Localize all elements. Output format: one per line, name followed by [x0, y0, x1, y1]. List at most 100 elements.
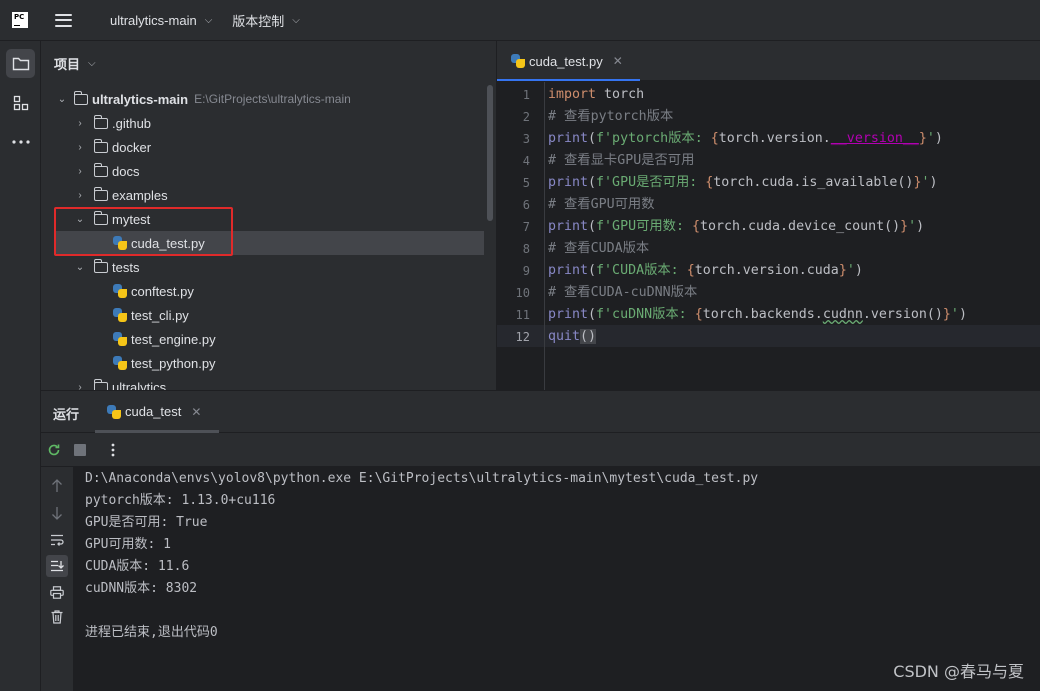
more-options-button[interactable]: [104, 441, 122, 459]
close-icon[interactable]: ✕: [613, 54, 623, 68]
code-line[interactable]: print(f'pytorch版本: {torch.version.__vers…: [548, 128, 943, 150]
expand-arrow-icon[interactable]: ⌄: [74, 262, 86, 273]
chevron-down-icon: ⌵: [292, 14, 300, 26]
code-line[interactable]: print(f'GPU是否可用: {torch.cuda.is_availabl…: [548, 172, 937, 194]
python-file-icon: [113, 308, 127, 322]
scroll-to-end-button[interactable]: [46, 555, 68, 577]
project-tool-button[interactable]: [6, 49, 35, 78]
arrow-up-icon: [52, 479, 62, 492]
line-number: 8: [522, 242, 530, 256]
scroll-up-button[interactable]: [46, 475, 68, 497]
arrow-down-icon: [52, 507, 62, 520]
code-line[interactable]: # 查看pytorch版本: [548, 106, 673, 128]
tree-item-label: examples: [112, 187, 168, 203]
run-tab-cuda-test[interactable]: cuda_test ✕: [107, 404, 201, 419]
code-line[interactable]: # 查看GPU可用数: [548, 194, 655, 216]
soft-wrap-icon: [51, 534, 64, 546]
tree-item-docker[interactable]: › docker: [41, 135, 496, 159]
project-panel-title: 项目: [54, 57, 81, 72]
stop-icon: [74, 444, 86, 456]
collapsed-arrow-icon[interactable]: ›: [74, 166, 86, 177]
vcs-menu[interactable]: 版本控制 ⌵: [232, 11, 300, 30]
tree-item-ultralytics[interactable]: › ultralytics: [41, 375, 496, 391]
collapsed-arrow-icon[interactable]: ›: [74, 190, 86, 201]
tree-item-label: test_python.py: [131, 355, 216, 371]
close-icon[interactable]: ✕: [191, 405, 201, 419]
scroll-down-button[interactable]: [46, 502, 68, 524]
run-tab-label: cuda_test: [125, 404, 182, 419]
code-line[interactable]: # 查看显卡GPU是否可用: [548, 150, 694, 172]
tree-item-test-engine[interactable]: test_engine.py: [41, 327, 496, 351]
code-line-current[interactable]: quit(): [548, 326, 597, 348]
rerun-button[interactable]: [45, 441, 63, 459]
line-number-current: 12: [515, 330, 530, 344]
tree-item-tests[interactable]: ⌄ tests: [41, 255, 496, 279]
line-number-gutter: 1 2 3 4 5 6 7 8 9 10 11 12: [497, 82, 545, 390]
more-tools-button[interactable]: [6, 127, 35, 156]
line-number: 2: [522, 110, 530, 124]
project-scrollbar[interactable]: [487, 85, 493, 221]
vcs-label: 版本控制: [232, 13, 285, 29]
tree-item-github[interactable]: › .github: [41, 111, 496, 135]
console-side-toolbar: [41, 467, 74, 691]
more-icon: [11, 139, 30, 144]
folder-icon: [93, 162, 108, 177]
line-number: 11: [515, 308, 530, 322]
editor-tab-bar: cuda_test.py ✕: [497, 41, 1040, 81]
editor-tab-cuda-test[interactable]: cuda_test.py ✕: [497, 41, 640, 81]
run-toolbar: [41, 433, 1040, 467]
collapsed-arrow-icon[interactable]: ›: [74, 142, 86, 153]
code-line[interactable]: print(f'CUDA版本: {torch.version.cuda}'): [548, 260, 863, 282]
folder-icon: [93, 258, 108, 273]
tree-item-label: test_cli.py: [131, 307, 189, 323]
code-area[interactable]: import torch # 查看pytorch版本 print(f'pytor…: [545, 82, 1040, 390]
code-line[interactable]: import torch: [548, 84, 644, 106]
printer-icon: [50, 585, 64, 599]
line-number: 3: [522, 132, 530, 146]
collapsed-arrow-icon[interactable]: ›: [74, 382, 86, 391]
run-panel-title: 运行: [53, 407, 80, 422]
line-number: 1: [522, 88, 530, 102]
line-number: 7: [522, 220, 530, 234]
folder-icon: [93, 186, 108, 201]
tree-item-label: test_engine.py: [131, 331, 216, 347]
line-number: 9: [522, 264, 530, 278]
tree-item-examples[interactable]: › examples: [41, 183, 496, 207]
stop-button[interactable]: [71, 441, 89, 459]
chevron-down-icon: ⌵: [204, 14, 213, 26]
more-vertical-icon: [111, 443, 115, 457]
main-menu-button[interactable]: [55, 13, 72, 27]
tree-item-docs[interactable]: › docs: [41, 159, 496, 183]
expand-arrow-icon[interactable]: ⌄: [56, 94, 68, 105]
project-selector[interactable]: ultralytics-main ⌵: [110, 13, 212, 28]
title-bar: PC ultralytics-main ⌵ 版本控制 ⌵: [0, 0, 1040, 41]
console-line: cuDNN版本: 8302: [85, 581, 198, 596]
watermark: CSDN @春马与夏: [893, 662, 1024, 681]
code-line[interactable]: print(f'cuDNN版本: {torch.backends.cudnn.v…: [548, 304, 967, 326]
annotation-highlight-box: [54, 207, 233, 256]
soft-wrap-button[interactable]: [46, 529, 68, 551]
code-line[interactable]: print(f'GPU可用数: {torch.cuda.device_count…: [548, 216, 924, 238]
run-panel: 运行 cuda_test ✕ D:\Anaconda\envs\yolov8\p…: [41, 390, 1040, 691]
code-line[interactable]: # 查看CUDA-cuDNN版本: [548, 282, 697, 304]
code-line[interactable]: # 查看CUDA版本: [548, 238, 649, 260]
tree-item-test-python[interactable]: test_python.py: [41, 351, 496, 375]
tree-item-test-cli[interactable]: test_cli.py: [41, 303, 496, 327]
tree-root[interactable]: ⌄ ultralytics-main E:\GitProjects\ultral…: [41, 87, 496, 111]
line-number: 5: [522, 176, 530, 190]
tree-item-conftest[interactable]: conftest.py: [41, 279, 496, 303]
tree-item-label: .github: [112, 115, 152, 131]
collapsed-arrow-icon[interactable]: ›: [74, 118, 86, 129]
clear-console-button[interactable]: [46, 606, 68, 628]
console-line: pytorch版本: 1.13.0+cu116: [85, 493, 276, 508]
print-button[interactable]: [46, 581, 68, 603]
python-file-icon: [113, 284, 127, 298]
structure-tool-button[interactable]: [6, 88, 35, 117]
python-file-icon: [107, 404, 121, 419]
tree-item-label: conftest.py: [131, 283, 194, 299]
run-panel-header: 运行 cuda_test ✕: [41, 391, 1040, 433]
console-line: 进程已结束,退出代码0: [85, 625, 218, 640]
project-panel-header[interactable]: 项目 ⌵: [54, 54, 96, 73]
code-editor[interactable]: cuda_test.py ✕ 1 2 3 4 5 6 7 8 9 10 11 1…: [497, 41, 1040, 390]
chevron-down-icon: ⌵: [88, 58, 96, 69]
